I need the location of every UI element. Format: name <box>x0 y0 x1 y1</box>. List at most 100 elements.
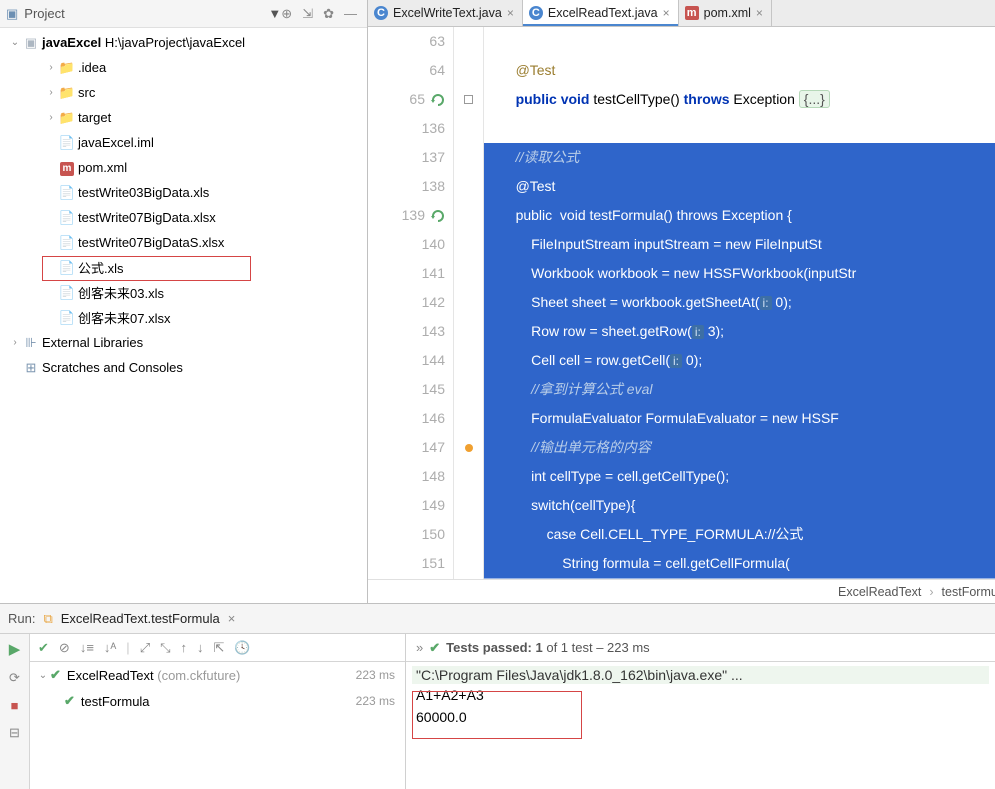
test-tree[interactable]: ⌄ ✔ ExcelReadText (com.ckfuture) 223 ms … <box>30 662 405 789</box>
gutter-mark[interactable] <box>454 317 483 346</box>
gutter-mark[interactable] <box>454 259 483 288</box>
chevron-down-icon[interactable]: ⌄ <box>36 670 50 681</box>
line-gutter[interactable]: 6364651361371381391401411421431441451461… <box>368 27 454 579</box>
editor-tab[interactable]: CExcelReadText.java× <box>523 0 679 26</box>
line-number[interactable]: 140 <box>368 230 445 259</box>
layout-icon[interactable]: ⊟ <box>6 725 24 741</box>
tree-item[interactable]: 📄javaExcel.iml <box>0 130 367 155</box>
expand-icon[interactable]: ⇲ <box>302 6 313 22</box>
line-number[interactable]: 141 <box>368 259 445 288</box>
tree-item[interactable]: mpom.xml <box>0 155 367 180</box>
code-line[interactable]: int cellType = cell.getCellType(); <box>484 462 995 491</box>
external-libraries[interactable]: › ⊪ External Libraries <box>0 330 367 355</box>
editor-tab[interactable]: mpom.xml× <box>679 0 772 26</box>
project-tree[interactable]: ⌄ ▣ javaExcel H:\javaProject\javaExcel ›… <box>0 28 367 603</box>
line-number[interactable]: 139 <box>368 201 445 230</box>
code-line[interactable] <box>484 27 995 56</box>
gutter-mark[interactable] <box>454 491 483 520</box>
editor-tab[interactable]: CExcelWriteText.java× <box>368 0 523 26</box>
tree-item[interactable]: 📄创客未来03.xls <box>0 280 367 305</box>
vcs-change-icon[interactable] <box>431 93 445 107</box>
line-number[interactable]: 136 <box>368 114 445 143</box>
line-number[interactable]: 149 <box>368 491 445 520</box>
close-icon[interactable]: × <box>228 611 236 626</box>
code-line[interactable]: //拿到计算公式 eval <box>484 375 995 404</box>
gutter-mark[interactable] <box>454 230 483 259</box>
gutter-mark[interactable] <box>454 201 483 230</box>
project-root[interactable]: ⌄ ▣ javaExcel H:\javaProject\javaExcel <box>0 30 367 55</box>
line-number[interactable]: 143 <box>368 317 445 346</box>
expand-all-icon[interactable]: ⤢ <box>140 640 150 656</box>
fold-gutter[interactable] <box>454 27 484 579</box>
gutter-mark[interactable] <box>454 172 483 201</box>
code-line[interactable]: String formula = cell.getCellFormula( <box>484 549 995 578</box>
gutter-mark[interactable] <box>454 520 483 549</box>
chevron-right-icon[interactable]: › <box>8 337 22 348</box>
test-tree-item[interactable]: ✔ testFormula 223 ms <box>30 688 405 714</box>
sort-alpha-icon[interactable]: ↓ᴬ <box>104 640 116 655</box>
gutter-mark[interactable] <box>454 346 483 375</box>
tree-item[interactable]: 📄testWrite07BigDataS.xlsx <box>0 230 367 255</box>
gutter-mark[interactable] <box>454 27 483 56</box>
line-number[interactable]: 138 <box>368 172 445 201</box>
export-icon[interactable]: ⇱ <box>214 640 225 656</box>
test-tree-root[interactable]: ⌄ ✔ ExcelReadText (com.ckfuture) 223 ms <box>30 662 405 688</box>
breadcrumb-method[interactable]: testFormula() <box>942 585 995 599</box>
gutter-mark[interactable] <box>454 56 483 85</box>
overflow-icon[interactable]: » <box>416 640 423 655</box>
code-line[interactable]: public void testCellType() throws Except… <box>484 85 995 114</box>
code-line[interactable]: FileInputStream inputStream = new FileIn… <box>484 230 995 259</box>
fold-icon[interactable] <box>464 95 473 104</box>
sort-icon[interactable]: ↓≡ <box>80 640 94 655</box>
code-line[interactable]: Sheet sheet = workbook.getSheetAt(i: 0); <box>484 288 995 317</box>
gutter-mark[interactable] <box>454 404 483 433</box>
project-dropdown-icon[interactable]: ▼ <box>268 6 281 21</box>
line-number[interactable]: 144 <box>368 346 445 375</box>
tree-item[interactable]: 📄testWrite03BigData.xls <box>0 180 367 205</box>
chevron-right-icon[interactable]: › <box>44 87 58 98</box>
code-line[interactable]: @Test <box>484 172 995 201</box>
tree-item[interactable]: 📄testWrite07BigData.xlsx <box>0 205 367 230</box>
vcs-change-icon[interactable] <box>431 209 445 223</box>
line-number[interactable]: 142 <box>368 288 445 317</box>
chevron-right-icon[interactable]: › <box>44 112 58 123</box>
chevron-down-icon[interactable]: ⌄ <box>8 37 22 48</box>
code-line[interactable]: //输出单元格的内容 <box>484 433 995 462</box>
code-line[interactable]: case Cell.CELL_TYPE_FORMULA://公式 <box>484 520 995 549</box>
show-ignored-icon[interactable]: ⊘ <box>59 640 70 656</box>
line-number[interactable]: 151 <box>368 549 445 578</box>
gutter-mark[interactable] <box>454 433 483 462</box>
close-icon[interactable]: × <box>756 6 763 20</box>
history-icon[interactable]: 🕓 <box>234 640 250 656</box>
line-number[interactable]: 64 <box>368 56 445 85</box>
collapse-all-icon[interactable]: ⤡ <box>160 640 170 656</box>
toggle-icon[interactable]: ⟳ <box>6 670 24 686</box>
next-icon[interactable]: ↓ <box>197 640 204 655</box>
console-output[interactable]: "C:\Program Files\Java\jdk1.8.0_162\bin\… <box>406 662 995 789</box>
line-number[interactable]: 65 <box>368 85 445 114</box>
breadcrumb[interactable]: ExcelReadText › testFormula() <box>368 579 995 603</box>
line-number[interactable]: 137 <box>368 143 445 172</box>
line-number[interactable]: 63 <box>368 27 445 56</box>
code-line[interactable]: public void testFormula() throws Excepti… <box>484 201 995 230</box>
code-line[interactable]: Row row = sheet.getRow(i: 3); <box>484 317 995 346</box>
gutter-mark[interactable] <box>454 143 483 172</box>
gutter-mark[interactable] <box>454 85 483 114</box>
gutter-mark[interactable] <box>454 549 483 578</box>
gutter-mark[interactable] <box>454 114 483 143</box>
code-line[interactable]: switch(cellType){ <box>484 491 995 520</box>
line-number[interactable]: 148 <box>368 462 445 491</box>
prev-icon[interactable]: ↑ <box>181 640 188 655</box>
stop-icon[interactable]: ■ <box>6 698 24 713</box>
rerun-icon[interactable]: ▶ <box>6 640 24 658</box>
locate-icon[interactable]: ⊕ <box>281 6 292 22</box>
tree-item[interactable]: ›📁target <box>0 105 367 130</box>
close-icon[interactable]: × <box>507 6 514 20</box>
code-line[interactable]: FormulaEvaluator FormulaEvaluator = new … <box>484 404 995 433</box>
tree-item[interactable]: ›📁.idea <box>0 55 367 80</box>
tree-item[interactable]: 📄公式.xls <box>0 255 367 280</box>
line-number[interactable]: 150 <box>368 520 445 549</box>
line-number[interactable]: 146 <box>368 404 445 433</box>
tree-item[interactable]: 📄创客未来07.xlsx <box>0 305 367 330</box>
code-line[interactable]: System out println(formula); <box>484 578 995 579</box>
